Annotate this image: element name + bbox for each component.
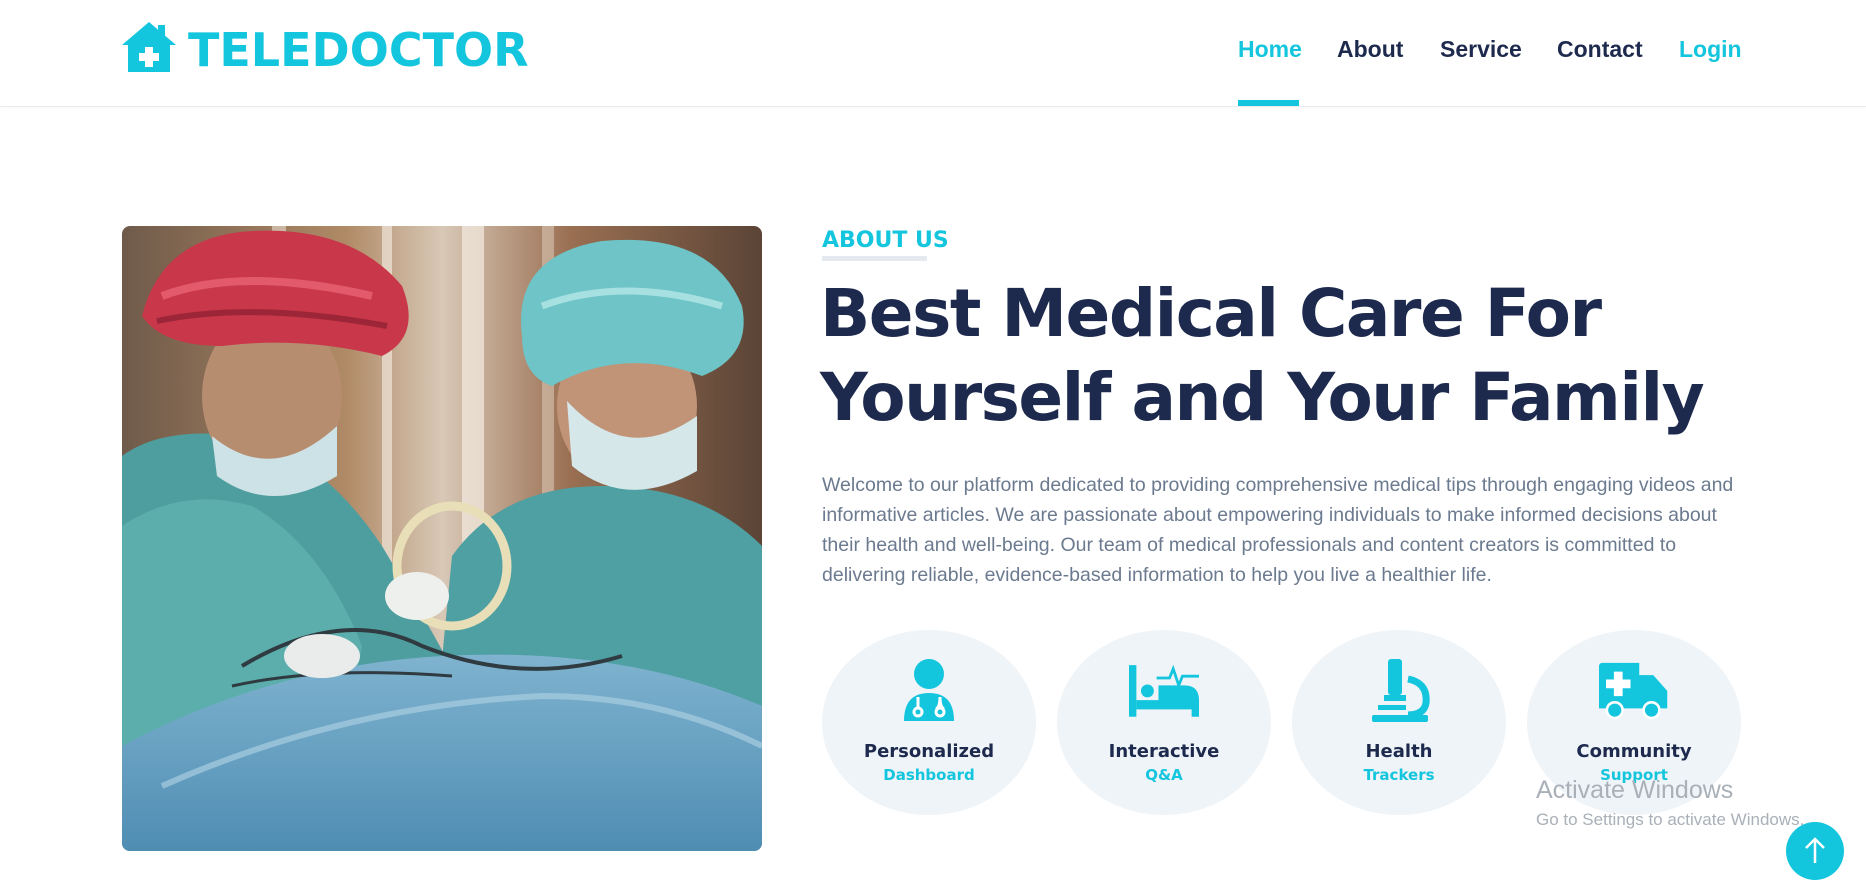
- section-eyebrow: ABOUT US: [822, 228, 949, 253]
- section-headline: Best Medical Care For Yourself and Your …: [820, 275, 1705, 436]
- nav-service[interactable]: Service: [1440, 36, 1522, 63]
- feature-title: Health: [1365, 741, 1433, 762]
- brand-name: TELEDOCTOR: [188, 22, 529, 77]
- eyebrow-underline: [822, 256, 927, 261]
- intro-paragraph: Welcome to our platform dedicated to pro…: [822, 474, 1734, 586]
- feature-health-trackers[interactable]: Health Trackers: [1292, 630, 1506, 815]
- feature-title: Interactive: [1108, 741, 1220, 762]
- nav-active-indicator: [1238, 100, 1299, 106]
- nav-login[interactable]: Login: [1679, 36, 1742, 63]
- feature-title: Personalized: [863, 741, 995, 762]
- feature-personalized-dashboard[interactable]: Personalized Dashboard: [822, 630, 1036, 815]
- watermark-title: Activate Windows: [1536, 776, 1734, 804]
- nav-home[interactable]: Home: [1238, 36, 1302, 63]
- feature-subtitle: Dashboard: [883, 766, 975, 784]
- feature-interactive-qa[interactable]: Interactive Q&A: [1057, 630, 1271, 815]
- feature-title: Community: [1576, 741, 1692, 762]
- watermark-subtitle: Go to Settings to activate Windows.: [1536, 810, 1805, 829]
- activate-windows-watermark: Activate Windows Go to Settings to activ…: [1536, 775, 1804, 833]
- feature-subtitle: Q&A: [1145, 766, 1183, 784]
- nav-about[interactable]: About: [1337, 36, 1403, 63]
- feature-subtitle: Trackers: [1363, 766, 1435, 784]
- nav-contact[interactable]: Contact: [1557, 36, 1643, 63]
- house-medical-icon: [120, 20, 178, 79]
- brand-logo[interactable]: TELEDOCTOR: [120, 20, 529, 79]
- back-to-top-button[interactable]: [1786, 822, 1844, 880]
- surgeons-photo: [122, 226, 762, 851]
- site-header: TELEDOCTOR Home About Service Contact Lo…: [0, 0, 1866, 107]
